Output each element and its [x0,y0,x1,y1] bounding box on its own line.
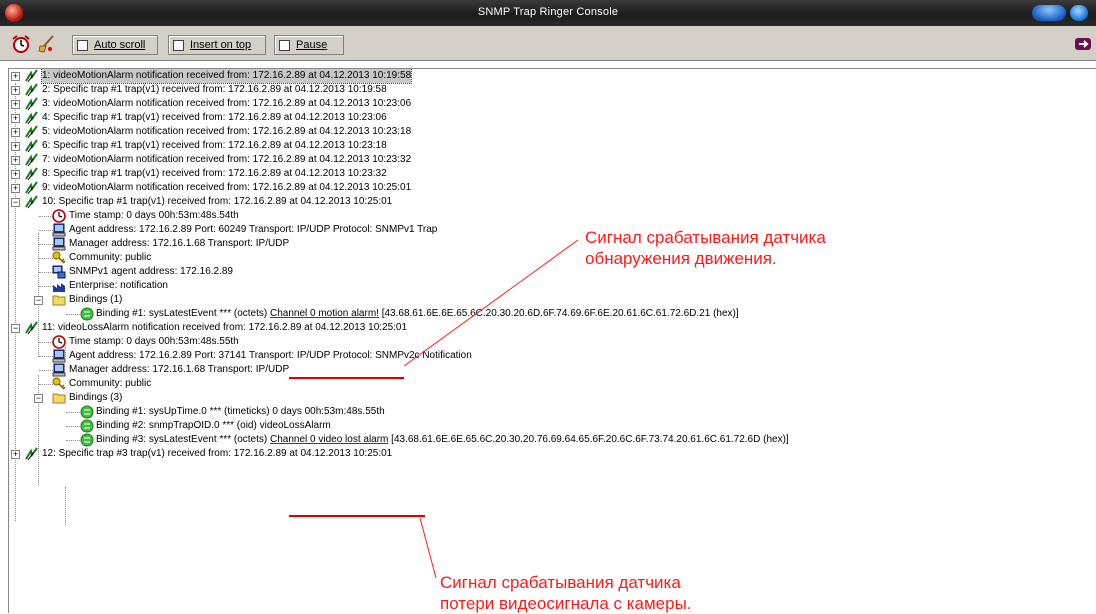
annotation-lines [289,239,579,579]
video-annotation: Сигнал срабатывания датчика потери видео… [440,572,692,614]
annotation-line: Сигнал срабатывания датчика [440,573,681,592]
motion-annotation: Сигнал срабатывания датчика обнаружения … [585,227,826,269]
annotation-line: обнаружения движения. [585,249,777,268]
annotation-line: Сигнал срабатывания датчика [585,228,826,247]
motion-pointer-line [403,239,579,367]
annotation-line: потери видеосигнала с камеры. [440,594,692,613]
video-pointer-line [419,517,437,579]
